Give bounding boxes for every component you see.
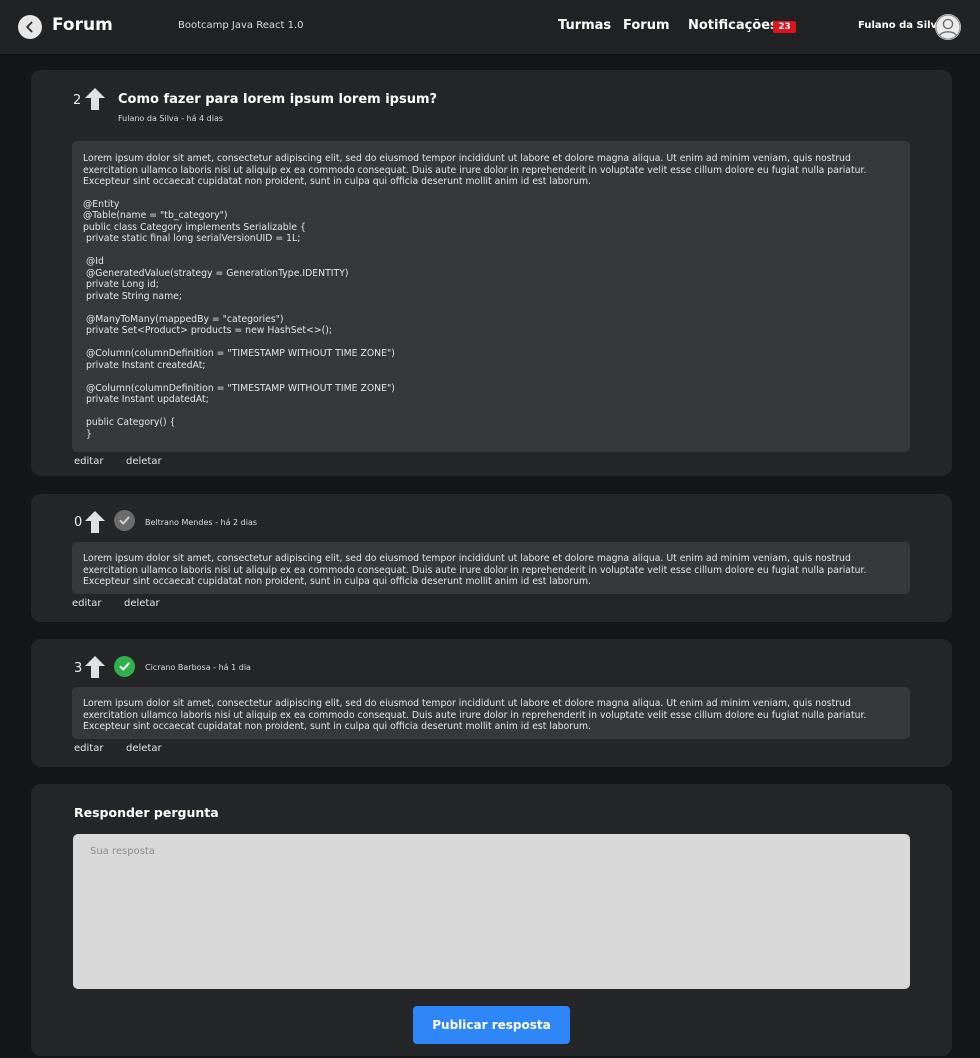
back-button[interactable] <box>18 15 42 39</box>
question-title: Como fazer para lorem ipsum lorem ipsum? <box>118 92 438 107</box>
edit-question-link[interactable]: editar <box>74 456 103 467</box>
checkmark-glyph <box>119 662 130 671</box>
answer-vote-count: 0 <box>74 515 83 530</box>
arrow-up-icon[interactable] <box>84 87 106 111</box>
question-card: 2 Como fazer para lorem ipsum lorem ipsu… <box>31 70 952 476</box>
answer-card: 0 Beltrano Mendes - há 2 dias Lorem ipsu… <box>31 494 952 622</box>
nav-forum[interactable]: Forum <box>623 18 670 33</box>
question-body: Lorem ipsum dolor sit amet, consectetur … <box>72 141 910 452</box>
avatar-silhouette <box>935 14 961 40</box>
question-text: Lorem ipsum dolor sit amet, consectetur … <box>83 153 867 187</box>
question-code: @Entity @Table(name = "tb_category") pub… <box>83 198 395 440</box>
reply-title: Responder pergunta <box>74 805 219 820</box>
question-meta: Fulano da Silva - há 4 dias <box>118 114 224 123</box>
app-title: Forum <box>52 15 113 35</box>
user-avatar-icon[interactable] <box>935 14 961 40</box>
user-name[interactable]: Fulano da Silva <box>858 20 944 31</box>
top-bar: Forum Bootcamp Java React 1.0 Turmas For… <box>0 0 980 55</box>
edit-answer-link[interactable]: editar <box>72 598 101 609</box>
edit-answer-link[interactable]: editar <box>74 743 103 754</box>
answer-card: 3 Cicrano Barbosa - há 1 dia Lorem ipsum… <box>31 639 952 767</box>
delete-answer-link[interactable]: deletar <box>126 743 162 754</box>
answer-meta: Cicrano Barbosa - há 1 dia <box>145 663 251 672</box>
check-circle-icon[interactable] <box>114 510 135 531</box>
arrow-up-icon[interactable] <box>84 655 106 679</box>
reply-card: Responder pergunta Publicar resposta <box>31 784 952 1056</box>
answer-body: Lorem ipsum dolor sit amet, consectetur … <box>72 542 910 594</box>
answer-vote-count: 3 <box>74 661 83 676</box>
nav-turmas[interactable]: Turmas <box>558 18 611 33</box>
delete-question-link[interactable]: deletar <box>126 456 162 467</box>
arrow-up-icon[interactable] <box>84 510 106 534</box>
check-circle-icon[interactable] <box>114 656 135 677</box>
reply-textarea[interactable] <box>73 834 910 989</box>
answer-meta: Beltrano Mendes - há 2 dias <box>145 518 258 527</box>
answer-text: Lorem ipsum dolor sit amet, consectetur … <box>83 553 867 587</box>
chevron-left-icon <box>26 21 33 33</box>
course-subtitle: Bootcamp Java React 1.0 <box>178 20 304 31</box>
answer-text: Lorem ipsum dolor sit amet, consectetur … <box>83 698 867 732</box>
delete-answer-link[interactable]: deletar <box>124 598 160 609</box>
question-vote-count: 2 <box>73 93 82 108</box>
notification-badge: 23 <box>773 21 796 33</box>
nav-notificacoes[interactable]: Notificações <box>688 18 778 33</box>
publish-answer-button[interactable]: Publicar resposta <box>413 1006 570 1044</box>
answer-body: Lorem ipsum dolor sit amet, consectetur … <box>72 687 910 739</box>
checkmark-glyph <box>119 516 130 525</box>
